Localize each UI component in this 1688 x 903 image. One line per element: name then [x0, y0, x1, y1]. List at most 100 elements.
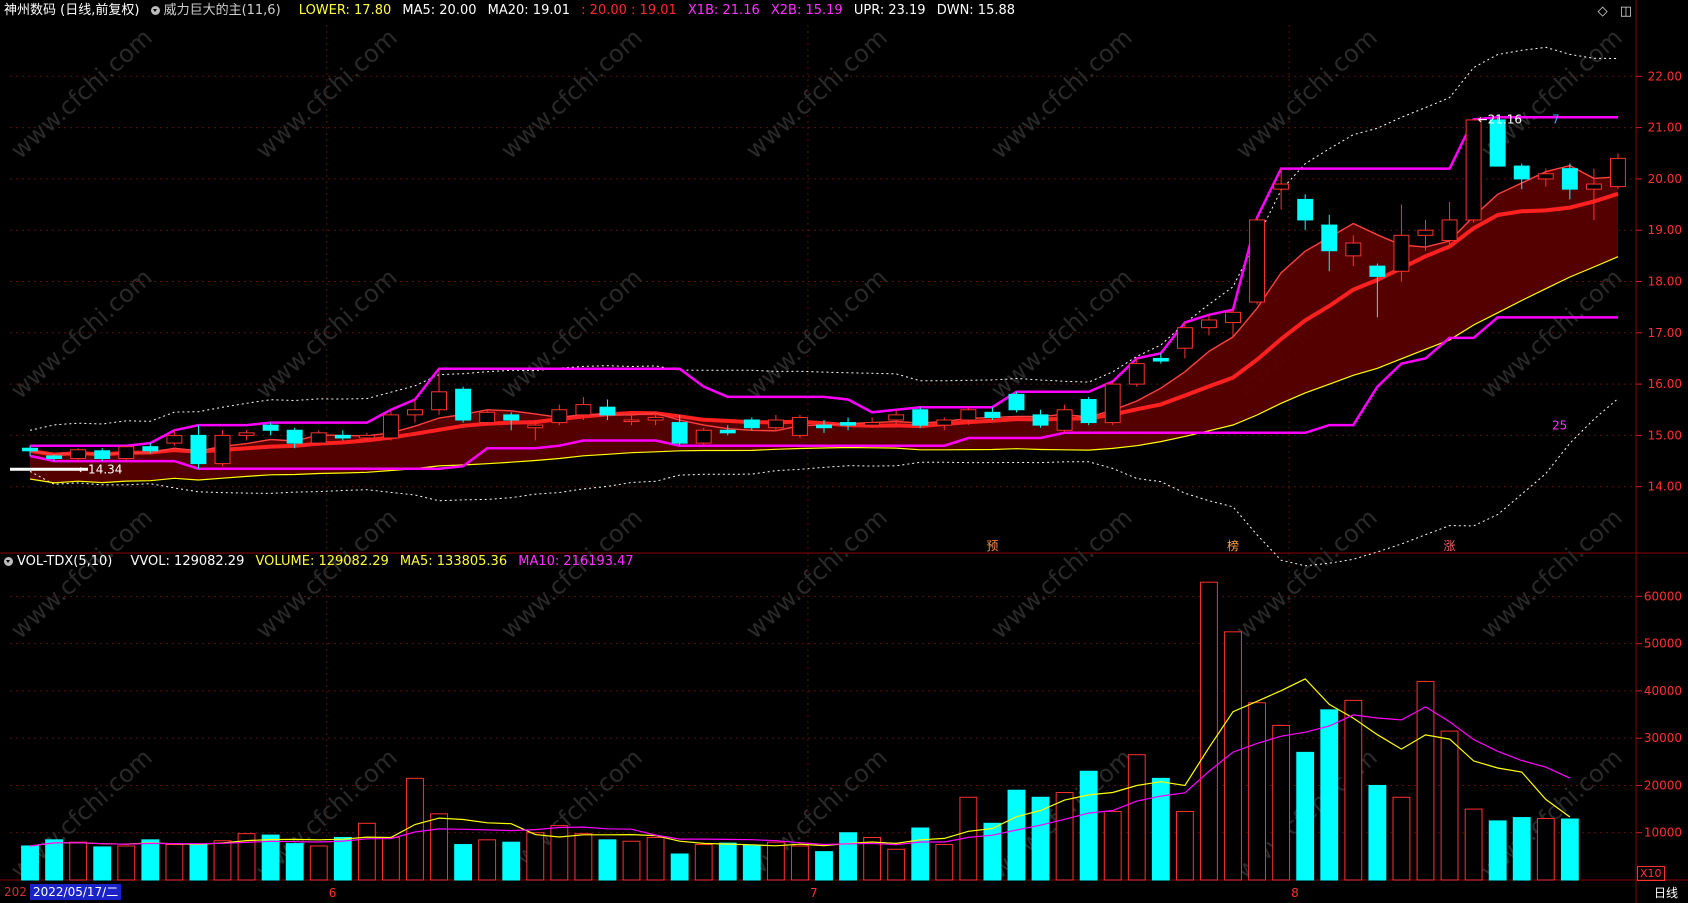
candle-body: [70, 449, 87, 459]
candle-body: [190, 434, 207, 465]
volume-bar: [69, 841, 88, 881]
candle-body: [358, 434, 375, 439]
volume-bar: [1175, 810, 1194, 881]
volume-bar: [1344, 699, 1363, 881]
watermark-text: www.cfchi.com: [5, 263, 157, 404]
candle-body: [864, 422, 881, 426]
volume-bar: [646, 836, 665, 881]
volume-bar: [1464, 808, 1483, 881]
volume-bar: [1392, 796, 1411, 881]
signal-marker: 榜: [1227, 538, 1239, 553]
candle-body: [1200, 319, 1217, 329]
watermark-text: www.cfchi.com: [985, 263, 1137, 404]
candle-body: [142, 446, 159, 452]
candle-body: [1465, 119, 1482, 221]
signal-marker: 涨: [1444, 538, 1456, 553]
candle-body: [1610, 157, 1626, 188]
candle-body: [647, 416, 664, 421]
price-tick-label: 14.00: [1648, 480, 1682, 494]
candle-body: [1008, 393, 1025, 411]
volume-bar: [454, 844, 473, 881]
cursor-date[interactable]: 2022/05/17/二: [30, 884, 122, 900]
volume-tick-label: 30000: [1644, 731, 1682, 745]
window-controls: ◇ ◫: [1590, 4, 1632, 19]
volume-bar: [1127, 754, 1146, 881]
watermark-text: www.cfchi.com: [740, 503, 892, 644]
high-annotation: ←21.16: [1478, 112, 1522, 126]
volume-bar: [1488, 820, 1507, 881]
main-header: 神州数码 (日线,前复权) 威力巨大的主(11,6) LOWER: 17.80 …: [4, 2, 1022, 20]
candle-body: [623, 419, 640, 423]
diamond-icon[interactable]: ◇: [1598, 4, 1608, 19]
right-top-label: 7: [1552, 112, 1560, 126]
indicator-name[interactable]: 威力巨大的主(11,6): [150, 3, 288, 18]
dropdown-icon[interactable]: [4, 557, 13, 566]
candle-body: [1104, 383, 1121, 424]
candle-body: [936, 419, 953, 426]
candle-body: [695, 429, 712, 444]
candle-body: [743, 419, 760, 429]
watermark-text: www.cfchi.com: [1475, 503, 1627, 644]
candle-body: [94, 450, 111, 459]
candle-body: [382, 414, 399, 439]
volume-bar: [983, 822, 1002, 881]
watermark-text: www.cfchi.com: [5, 23, 157, 164]
candle-body: [118, 446, 135, 459]
candle-body: [840, 422, 857, 426]
candle-body: [984, 411, 1001, 418]
candle-body: [767, 419, 784, 429]
dwn-value: DWN: 15.88: [936, 3, 1016, 18]
volume-bar: [911, 827, 930, 881]
candle-body: [1152, 357, 1169, 362]
volume-bar: [550, 825, 569, 881]
scale-badge[interactable]: X10: [1637, 866, 1665, 881]
candle-body: [791, 416, 808, 436]
candle-body: [575, 404, 592, 416]
watermark-text: www.cfchi.com: [985, 503, 1137, 644]
price-tick-label: 17.00: [1648, 326, 1682, 340]
x2b-value: X2B: 15.19: [770, 3, 843, 18]
volume-bar: [478, 839, 497, 881]
volume-bar: [815, 851, 833, 881]
volume-bar: [430, 813, 448, 881]
candle-body: [1032, 414, 1049, 426]
chart-canvas[interactable]: 22.00 21.00 20.00 19.00 18.00 17.00 16.00 15.00…: [0, 0, 1688, 903]
candle-body: [1345, 242, 1362, 257]
candle-body: [455, 388, 472, 421]
volume-bar: [1296, 751, 1315, 881]
upr-value: UPR: 23.19: [853, 3, 926, 18]
candle-body: [719, 429, 736, 434]
candle-body: [1273, 183, 1290, 190]
volume-bar: [1151, 777, 1170, 881]
volume-bar: [165, 844, 184, 881]
dropdown-icon[interactable]: [150, 6, 160, 15]
vol-indicator[interactable]: VOL-TDX(5,10): [4, 554, 119, 569]
volume-bar: [21, 845, 39, 881]
candle-body: [671, 422, 688, 444]
volume-bar: [887, 848, 906, 881]
candle-body: [1080, 398, 1097, 424]
candle-body: [1225, 311, 1241, 324]
price-tick-label: 19.00: [1648, 223, 1682, 237]
stock-title[interactable]: 神州数码 (日线,前复权): [4, 3, 139, 18]
volume-value: VOLUME: 129082.29: [255, 554, 389, 569]
right-low-label: 25: [1552, 419, 1567, 433]
candle-body: [334, 434, 351, 439]
volume-bar: [1560, 818, 1579, 881]
month-tick-label: 7: [810, 886, 818, 900]
price-tick-label: 21.00: [1648, 121, 1682, 135]
volume-header: VOL-TDX(5,10) VVOL: 129082.29 VOLUME: 12…: [4, 553, 641, 571]
date-prefix: 202: [4, 885, 27, 899]
candle-body: [1056, 409, 1073, 431]
candle-body: [238, 432, 255, 436]
candle-body: [286, 429, 303, 444]
volume-tick-label: 20000: [1644, 778, 1682, 792]
candle-body: [1489, 119, 1506, 167]
volume-tick-label: 60000: [1644, 589, 1682, 603]
window-icon[interactable]: ◫: [1620, 4, 1632, 19]
period-label[interactable]: 日线: [1654, 884, 1678, 901]
month-tick-label: 8: [1291, 886, 1299, 900]
watermark-text: www.cfchi.com: [495, 263, 647, 404]
candle-body: [166, 434, 183, 444]
candle-body: [1585, 183, 1602, 190]
